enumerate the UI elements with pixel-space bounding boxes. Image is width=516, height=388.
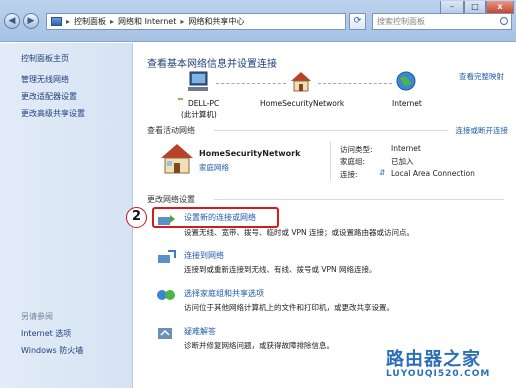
homegroup-icon — [157, 290, 175, 300]
breadcrumb-control-panel[interactable]: 控制面板 — [74, 16, 106, 27]
task-troubleshoot-link[interactable]: 疑难解答 — [184, 326, 216, 337]
address-bar[interactable]: ▸ 控制面板 ▸ 网络和 Internet ▸ 网络和共享中心 — [46, 13, 346, 30]
connect-network-icon — [158, 250, 176, 263]
chevron-right-icon: ▸ — [66, 17, 71, 26]
task-homegroup-desc: 访问位于其他网络计算机上的文件和打印机，或更改共享设置。 — [184, 303, 394, 312]
ethernet-icon: ⇵ — [379, 168, 386, 177]
homegroup-label: 家庭组: — [340, 157, 366, 166]
watermark-title: 路由器之家 — [386, 349, 481, 370]
divider — [214, 199, 504, 200]
search-placeholder: 搜索控制面板 — [377, 17, 425, 26]
divider — [330, 141, 331, 181]
watermark-url: LUYOUQI520.COM — [386, 369, 491, 379]
network-type-link[interactable]: 家庭网络 — [199, 162, 229, 173]
map-computer-name: DELL-PC — [188, 99, 220, 108]
home-network-large-icon — [161, 144, 193, 174]
view-full-map-link[interactable]: 查看完整映射 — [459, 71, 504, 82]
see-also-internet-options[interactable]: Internet 选项 — [21, 328, 71, 339]
access-type-value: Internet — [391, 144, 421, 153]
forward-button[interactable]: ▶ — [23, 13, 39, 29]
computer-icon — [188, 71, 208, 91]
home-network-icon — [291, 72, 311, 92]
troubleshoot-icon — [158, 328, 172, 339]
sidebar: 控制面板主页 管理无线网络 更改适配器设置 更改高级共享设置 另请参阅 Inte… — [0, 43, 133, 388]
active-network-label: 查看活动网络 — [147, 126, 195, 135]
homegroup-value-link[interactable]: 已加入 — [391, 156, 414, 167]
page-title: 查看基本网络信息并设置连接 — [147, 59, 277, 70]
status-check-icon — [178, 98, 183, 100]
connect-disconnect-link[interactable]: 连接或断开连接 — [456, 125, 509, 136]
sidebar-item-wireless[interactable]: 管理无线网络 — [21, 74, 69, 85]
task-setup-connection-desc: 设置无线、宽带、拨号、临时或 VPN 连接；或设置路由器或访问点。 — [184, 228, 415, 237]
internet-globe-icon — [396, 71, 416, 91]
breadcrumb-network-sharing[interactable]: 网络和共享中心 — [188, 16, 244, 27]
sidebar-home[interactable]: 控制面板主页 — [21, 53, 69, 64]
control-panel-icon — [51, 17, 62, 26]
active-network-name: HomeSecurityNetwork — [199, 149, 301, 158]
search-icon[interactable] — [500, 17, 508, 25]
title-bar: – □ x ◀ ▶ ▸ 控制面板 ▸ 网络和 Internet ▸ 网络和共享中… — [0, 0, 516, 42]
access-type-label: 访问类型: — [340, 145, 373, 154]
connection-label: 连接: — [340, 170, 358, 179]
map-network-name[interactable]: HomeSecurityNetwork — [260, 99, 344, 108]
map-computer-sub: (此计算机) — [181, 110, 217, 119]
search-input[interactable]: 搜索控制面板 — [372, 13, 512, 30]
task-connect-network-desc: 连接到或重新连接到无线、有线、拨号或 VPN 网络连接。 — [184, 265, 377, 274]
divider — [214, 130, 448, 131]
chevron-right-icon: ▸ — [110, 17, 115, 26]
see-also-firewall[interactable]: Windows 防火墙 — [21, 345, 83, 356]
chevron-right-icon: ▸ — [180, 17, 185, 26]
see-also-heading: 另请参阅 — [21, 312, 53, 321]
map-connector — [216, 83, 286, 84]
change-settings-label: 更改网络设置 — [147, 195, 195, 204]
breadcrumb-network-internet[interactable]: 网络和 Internet — [118, 16, 176, 27]
task-homegroup-link[interactable]: 选择家庭组和共享选项 — [184, 288, 264, 299]
task-troubleshoot-desc: 诊断并修复网络问题，或获得故障排除信息。 — [184, 341, 334, 350]
sidebar-item-advanced-sharing[interactable]: 更改高级共享设置 — [21, 108, 85, 119]
task-connect-network-link[interactable]: 连接到网络 — [184, 250, 224, 261]
connection-value-link[interactable]: Local Area Connection — [391, 169, 475, 178]
sidebar-item-adapter[interactable]: 更改适配器设置 — [21, 91, 77, 102]
highlight-box — [152, 207, 279, 228]
map-connector — [318, 83, 392, 84]
refresh-button[interactable]: ⟳ — [349, 13, 366, 30]
map-internet[interactable]: Internet — [392, 99, 422, 108]
back-button[interactable]: ◀ — [4, 13, 20, 29]
step-number-badge: 2 — [126, 207, 147, 228]
